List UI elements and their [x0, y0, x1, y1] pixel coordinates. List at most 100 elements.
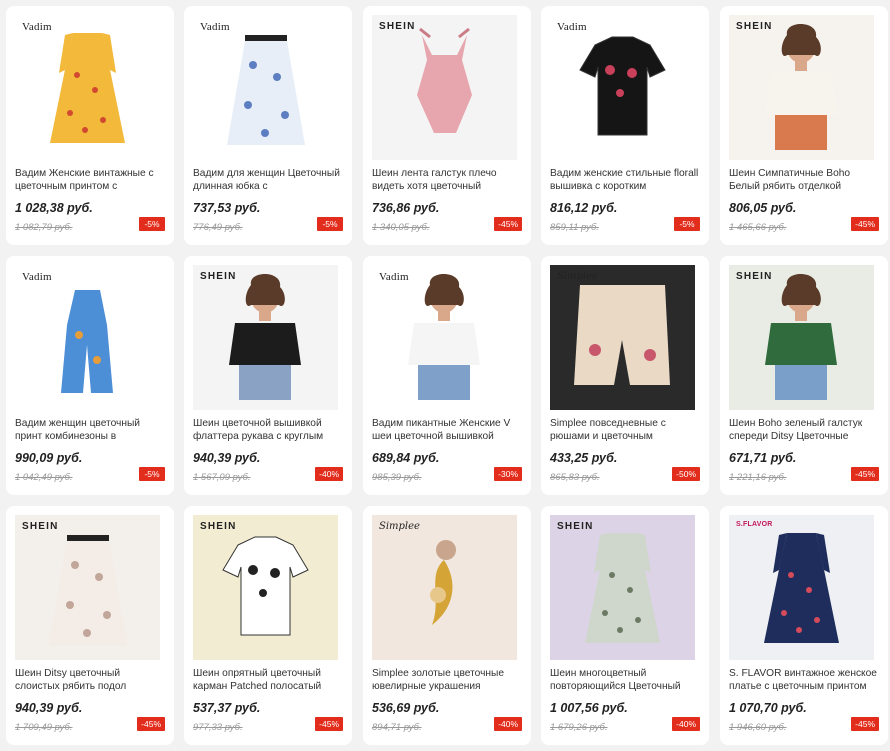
product-image[interactable]: SHEIN	[729, 15, 874, 160]
product-old-price: 1 042,49 руб.	[15, 472, 73, 483]
brand-logo: Simplee	[379, 521, 420, 532]
product-title[interactable]: Шеин опрятный цветочный карман Patched п…	[193, 667, 343, 693]
product-photo	[222, 536, 309, 636]
brand-logo: SHEIN	[22, 521, 59, 532]
product-price: 940,39 руб.	[193, 451, 261, 465]
discount-badge: -40%	[315, 467, 343, 481]
product-price: 537,37 руб.	[193, 701, 261, 715]
product-card[interactable]: SHEIN Шеин цветочной вышивкой флаттера ру…	[184, 256, 352, 495]
product-grid: Vadim Вадим Женские винтажные с цветочным…	[0, 0, 890, 751]
product-card[interactable]: SHEIN Шеин лента галстук плечо видеть хот…	[363, 6, 531, 245]
product-image[interactable]: Vadim	[193, 15, 338, 160]
product-card[interactable]: Vadim Вадим для женщин Цветочный длинная …	[184, 6, 352, 245]
product-image[interactable]: SHEIN	[15, 515, 160, 660]
product-old-price: 985,39 руб.	[372, 472, 422, 483]
brand-logo: Vadim	[379, 271, 409, 283]
product-card[interactable]: SHEIN Шеин Boho зеленый галстук спереди D…	[720, 256, 888, 495]
product-photo	[50, 33, 125, 143]
product-title[interactable]: Вадим женские стильные florall вышивка с…	[550, 167, 700, 193]
product-title[interactable]: Шеин Симпатичные Boho Белый рябить отдел…	[729, 167, 879, 193]
product-photo	[579, 36, 666, 136]
brand-logo: Vadim	[22, 21, 52, 33]
product-photo	[229, 273, 301, 400]
product-image[interactable]: SHEIN	[550, 515, 695, 660]
product-title[interactable]: Simplee повседневные с рюшами и цветочны…	[550, 417, 700, 443]
product-price: 940,39 руб.	[15, 701, 83, 715]
product-card[interactable]: Simplee Simplee повседневные с рюшами и ц…	[541, 256, 709, 495]
product-title[interactable]: Вадим Женские винтажные с цветочным прин…	[15, 167, 165, 193]
product-card[interactable]: Vadim Вадим женские стильные florall выши…	[541, 6, 709, 245]
discount-badge: -45%	[315, 717, 343, 731]
product-old-price: 894,71 руб.	[372, 722, 422, 733]
discount-badge: -45%	[494, 217, 522, 231]
product-old-price: 1 679,26 руб.	[550, 722, 608, 733]
product-old-price: 977,33 руб.	[193, 722, 243, 733]
product-title[interactable]: Вадим пикантные Женские V шеи цветочной …	[372, 417, 522, 443]
product-card[interactable]: Vadim Вадим Женские винтажные с цветочным…	[6, 6, 174, 245]
product-title[interactable]: Вадим для женщин Цветочный длинная юбка …	[193, 167, 343, 193]
discount-badge: -5%	[139, 467, 165, 481]
product-title[interactable]: Шеин многоцветный повторяющийся Цветочны…	[550, 667, 700, 693]
brand-logo: SHEIN	[200, 271, 237, 282]
brand-logo: SHEIN	[557, 521, 594, 532]
product-photo	[227, 35, 305, 145]
brand-logo: SHEIN	[200, 521, 237, 532]
product-title[interactable]: S. FLAVOR винтажное женское платье с цве…	[729, 667, 879, 693]
product-image[interactable]: Simplee	[372, 515, 517, 660]
product-price: 1 028,38 руб.	[15, 201, 93, 215]
product-price: 1 007,56 руб.	[550, 701, 628, 715]
product-price: 689,84 руб.	[372, 451, 440, 465]
product-image[interactable]: SHEIN	[193, 515, 338, 660]
product-photo	[417, 27, 472, 133]
product-image[interactable]: Vadim	[15, 15, 160, 160]
product-card[interactable]: SHEIN Шеин Симпатичные Boho Белый рябить …	[720, 6, 888, 245]
product-price: 671,71 руб.	[729, 451, 797, 465]
product-image[interactable]: SHEIN	[193, 265, 338, 410]
product-image[interactable]: Vadim	[372, 265, 517, 410]
product-old-price: 1 221,16 руб.	[729, 472, 787, 483]
product-price: 433,25 руб.	[550, 451, 618, 465]
product-old-price: 776,49 руб.	[193, 222, 243, 233]
product-title[interactable]: Шеин Boho зеленый галстук спереди Ditsy …	[729, 417, 879, 443]
product-title[interactable]: Шеин лента галстук плечо видеть хотя цве…	[372, 167, 522, 193]
product-card[interactable]: SHEIN Шеин многоцветный повторяющийся Цве…	[541, 506, 709, 745]
product-image[interactable]: SHEIN	[729, 265, 874, 410]
product-title[interactable]: Шеин Ditsy цветочный слоистых рябить под…	[15, 667, 165, 693]
brand-logo: Vadim	[22, 271, 52, 283]
brand-logo: Vadim	[557, 21, 587, 33]
product-photo	[430, 540, 456, 625]
brand-logo: SHEIN	[736, 21, 773, 32]
brand-logo: Simplee	[557, 271, 598, 282]
product-card[interactable]: Simplee Simplee золотые цветочные ювелирн…	[363, 506, 531, 745]
product-title[interactable]: Simplee золотые цветочные ювелирные укра…	[372, 667, 522, 693]
product-card[interactable]: SHEIN Шеин Ditsy цветочный слоистых рябит…	[6, 506, 174, 745]
product-title[interactable]: Шеин цветочной вышивкой флаттера рукава …	[193, 417, 343, 443]
product-title[interactable]: Вадим женщин цветочный принт комбинезоны…	[15, 417, 165, 443]
product-price: 1 070,70 руб.	[729, 701, 807, 715]
product-card[interactable]: Vadim Вадим пикантные Женские V шеи цвето…	[363, 256, 531, 495]
discount-badge: -40%	[494, 717, 522, 731]
product-old-price: 1 082,79 руб.	[15, 222, 73, 233]
product-photo	[61, 290, 113, 393]
product-photo	[585, 533, 660, 643]
product-photo	[764, 533, 839, 643]
product-photo	[574, 285, 670, 385]
product-card[interactable]: SHEIN Шеин опрятный цветочный карман Patc…	[184, 506, 352, 745]
discount-badge: -30%	[494, 467, 522, 481]
discount-badge: -45%	[851, 467, 879, 481]
product-old-price: 859,11 руб.	[550, 222, 599, 233]
discount-badge: -45%	[137, 717, 165, 731]
product-image[interactable]: Vadim	[550, 15, 695, 160]
product-price: 806,05 руб.	[729, 201, 797, 215]
product-image[interactable]: Simplee	[550, 265, 695, 410]
product-photo	[765, 23, 837, 150]
product-photo	[765, 273, 837, 400]
product-image[interactable]: S.FLAVOR	[729, 515, 874, 660]
product-image[interactable]: Vadim	[15, 265, 160, 410]
product-image[interactable]: SHEIN	[372, 15, 517, 160]
product-card[interactable]: Vadim Вадим женщин цветочный принт комбин…	[6, 256, 174, 495]
discount-badge: -5%	[139, 217, 165, 231]
product-card[interactable]: S.FLAVOR S. FLAVOR винтажное женское плат…	[720, 506, 888, 745]
product-old-price: 865,83 руб.	[550, 472, 600, 483]
brand-logo: S.FLAVOR	[736, 521, 773, 528]
